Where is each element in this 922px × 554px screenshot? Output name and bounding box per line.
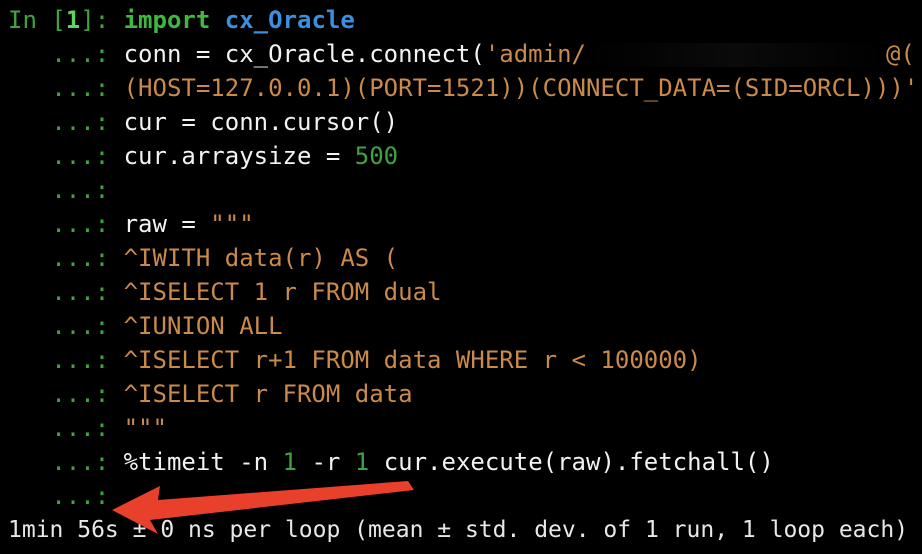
ipython-terminal[interactable]: In [1]: import cx_Oracle ...: conn = cx_…: [0, 0, 922, 554]
red-arrow-icon: [112, 481, 414, 534]
